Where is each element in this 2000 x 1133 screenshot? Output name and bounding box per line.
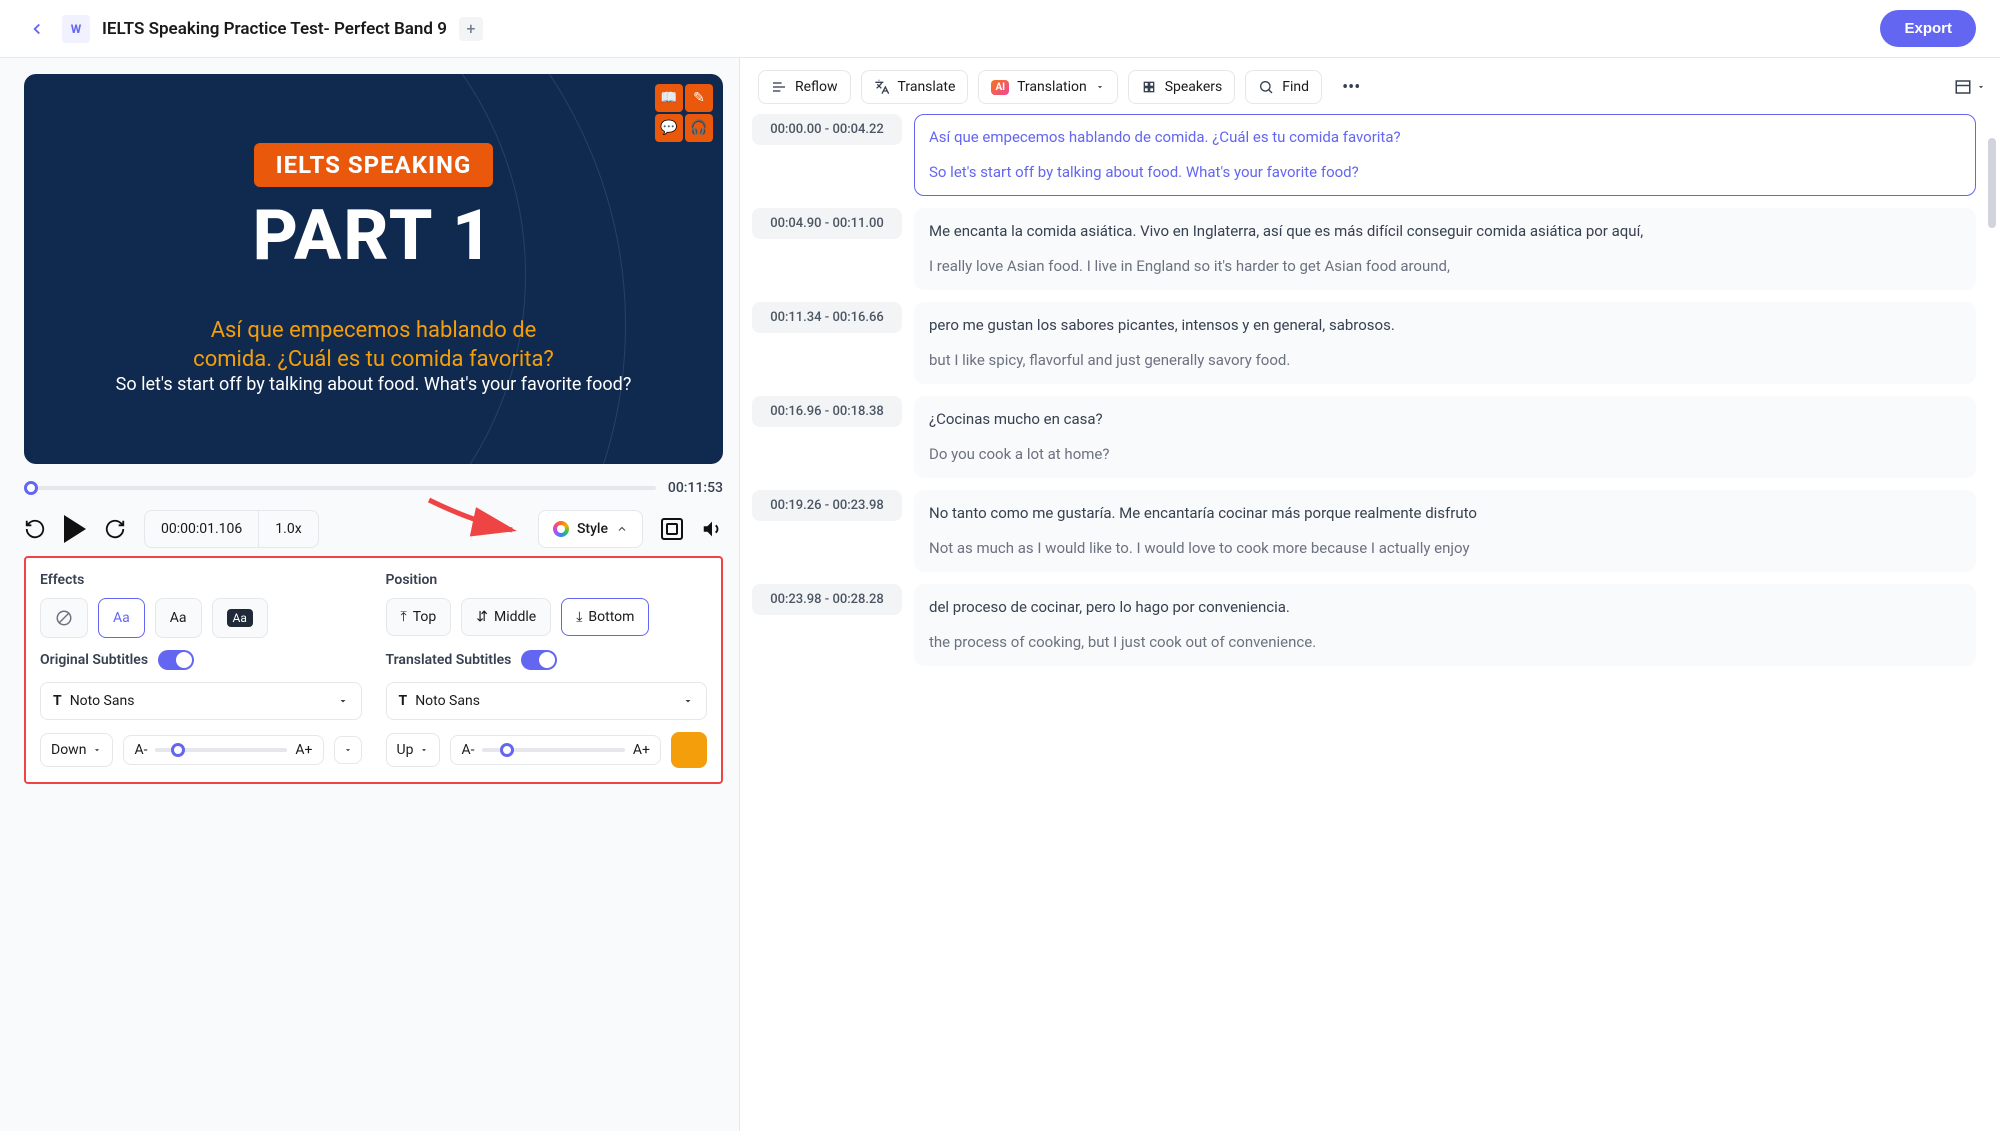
original-font-select[interactable]: TNoto Sans [40, 682, 362, 720]
original-direction-select[interactable]: Down [40, 733, 113, 767]
segment-body[interactable]: del proceso de cocinar, pero lo hago por… [914, 584, 1976, 666]
position-bottom-button[interactable]: ⤓Bottom [561, 598, 649, 636]
translated-subtitles-toggle[interactable] [521, 650, 557, 670]
segment-body[interactable]: pero me gustan los sabores picantes, int… [914, 302, 1976, 384]
segment-translated: Me encanta la comida asiática. Vivo en I… [929, 221, 1961, 242]
original-subtitles-label: Original Subtitles [40, 652, 148, 668]
page-title: IELTS Speaking Practice Test- Perfect Ba… [102, 19, 447, 39]
video-corner-icons: 📖 ✎ 💬 🎧 [655, 84, 713, 142]
translated-direction-select[interactable]: Up [386, 733, 441, 767]
translate-button[interactable]: Translate [861, 70, 969, 104]
right-pane: Reflow Translate AI Translation Speakers… [740, 58, 2000, 1131]
segment-original: the process of cooking, but I just cook … [929, 632, 1961, 653]
position-label: Position [386, 572, 708, 588]
original-subtitles-toggle[interactable] [158, 650, 194, 670]
segment-time[interactable]: 00:11.34 - 00:16.66 [752, 302, 902, 333]
segment-time[interactable]: 00:19.26 - 00:23.98 [752, 490, 902, 521]
segment-body[interactable]: Me encanta la comida asiática. Vivo en I… [914, 208, 1976, 290]
segment-time[interactable]: 00:00.00 - 00:04.22 [752, 114, 902, 145]
style-button[interactable]: Style [538, 510, 643, 548]
segment-original: Not as much as I would like to. I would … [929, 538, 1961, 559]
style-flower-icon [553, 521, 569, 537]
segment-row: 00:19.26 - 00:23.98 No tanto como me gust… [752, 490, 1976, 572]
add-tab-button[interactable]: + [459, 17, 483, 41]
segment-original: Do you cook a lot at home? [929, 444, 1961, 465]
video-subtitle-translated: Así que empecemos hablando de comida. ¿C… [193, 317, 554, 374]
headphones-icon: 🎧 [685, 114, 713, 142]
segment-original: I really love Asian food. I live in Engl… [929, 256, 1961, 277]
book-icon: 📖 [655, 84, 683, 112]
segment-row: 00:11.34 - 00:16.66 pero me gustan los sa… [752, 302, 1976, 384]
volume-button[interactable] [701, 518, 723, 540]
scrollbar[interactable] [1988, 138, 1996, 228]
export-button[interactable]: Export [1880, 10, 1976, 47]
position-top-button[interactable]: ⤒Top [386, 598, 452, 636]
forward-button[interactable] [104, 518, 126, 540]
segment-translated: del proceso de cocinar, pero lo hago por… [929, 597, 1961, 618]
effect-box-button[interactable]: Aa [212, 598, 268, 638]
segment-translated: pero me gustan los sabores picantes, int… [929, 315, 1961, 336]
video-badge: IELTS SPEAKING [254, 143, 494, 187]
find-button[interactable]: Find [1245, 70, 1322, 104]
left-pane: 📖 ✎ 💬 🎧 IELTS SPEAKING PART 1 Así que em… [0, 58, 740, 1131]
segment-row: 00:00.00 - 00:04.22 Así que empecemos hab… [752, 114, 1976, 196]
segment-body[interactable]: Así que empecemos hablando de comida. ¿C… [914, 114, 1976, 196]
segment-translated: No tanto como me gustaría. Me encantaría… [929, 503, 1961, 524]
segment-body[interactable]: No tanto como me gustaría. Me encantaría… [914, 490, 1976, 572]
segment-row: 00:23.98 - 00:28.28 del proceso de cocina… [752, 584, 1976, 666]
back-button[interactable] [24, 16, 50, 42]
segment-translated: ¿Cocinas mucho en casa? [929, 409, 1961, 430]
video-title: PART 1 [253, 195, 495, 277]
total-time: 00:11:53 [668, 480, 723, 496]
pen-icon: ✎ [685, 84, 713, 112]
position-middle-button[interactable]: ⇵Middle [461, 598, 551, 636]
effect-outline-button[interactable]: Aa [98, 598, 145, 638]
segment-original: So let's start off by talking about food… [929, 162, 1961, 183]
speed-input[interactable]: 1.0x [259, 511, 317, 547]
progress-slider[interactable] [24, 486, 656, 490]
segment-translated: Así que empecemos hablando de comida. ¿C… [929, 127, 1961, 148]
play-button[interactable] [64, 515, 86, 543]
ai-badge-icon: AI [991, 80, 1009, 95]
original-color-select[interactable] [334, 736, 362, 764]
video-preview[interactable]: 📖 ✎ 💬 🎧 IELTS SPEAKING PART 1 Así que em… [24, 74, 723, 464]
rewind-button[interactable] [24, 518, 46, 540]
view-mode-button[interactable] [1954, 78, 1986, 96]
segment-body[interactable]: ¿Cocinas mucho en casa? Do you cook a lot… [914, 396, 1976, 478]
segment-row: 00:04.90 - 00:11.00 Me encanta la comida … [752, 208, 1976, 290]
segments-list: 00:00.00 - 00:04.22 Así que empecemos hab… [752, 114, 1992, 1131]
segment-original: but I like spicy, flavorful and just gen… [929, 350, 1961, 371]
segment-time[interactable]: 00:04.90 - 00:11.00 [752, 208, 902, 239]
current-time-input[interactable]: 00:00:01.106 [145, 511, 259, 547]
translated-font-select[interactable]: TNoto Sans [386, 682, 708, 720]
translated-size-slider[interactable]: A- A+ [450, 735, 661, 765]
reflow-button[interactable]: Reflow [758, 70, 851, 104]
video-subtitle-original: So let's start off by talking about food… [116, 374, 632, 395]
translated-color-swatch[interactable] [671, 732, 707, 768]
speech-icon: 💬 [655, 114, 683, 142]
fullscreen-button[interactable] [661, 518, 683, 540]
original-size-slider[interactable]: A- A+ [123, 735, 323, 765]
effect-plain-button[interactable]: Aa [155, 598, 202, 638]
segment-row: 00:16.96 - 00:18.38 ¿Cocinas mucho en cas… [752, 396, 1976, 478]
speakers-button[interactable]: Speakers [1128, 70, 1236, 104]
effects-label: Effects [40, 572, 362, 588]
translation-dropdown[interactable]: AI Translation [978, 70, 1117, 104]
segment-time[interactable]: 00:23.98 - 00:28.28 [752, 584, 902, 615]
segment-time[interactable]: 00:16.96 - 00:18.38 [752, 396, 902, 427]
file-icon: W [62, 15, 90, 43]
top-bar: W IELTS Speaking Practice Test- Perfect … [0, 0, 2000, 58]
style-panel: Effects Aa Aa Aa Position ⤒Top ⇵Middle ⤓… [24, 556, 723, 784]
more-button[interactable]: ••• [1332, 71, 1370, 104]
effect-none-button[interactable] [40, 598, 88, 638]
translated-subtitles-label: Translated Subtitles [386, 652, 512, 668]
